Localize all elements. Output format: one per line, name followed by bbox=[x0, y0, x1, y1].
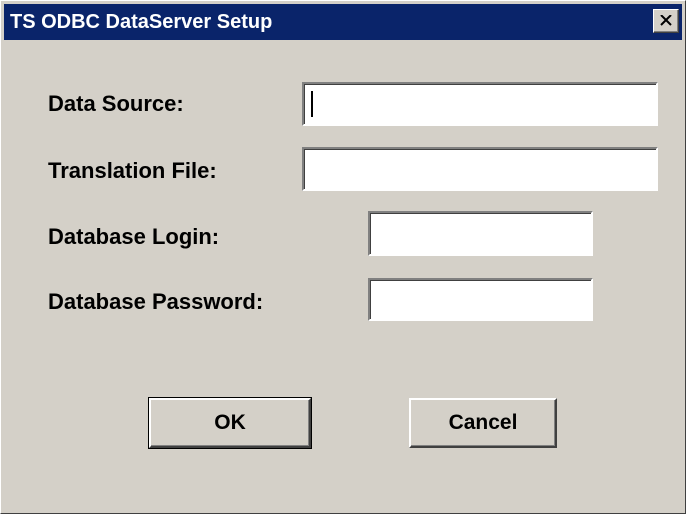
data-source-label: Data Source: bbox=[48, 91, 184, 116]
title-bar[interactable]: TS ODBC DataServer Setup bbox=[4, 4, 682, 40]
translation-file-input[interactable] bbox=[302, 147, 658, 191]
close-icon bbox=[660, 15, 672, 26]
database-password-label: Database Password: bbox=[48, 289, 264, 314]
ok-button[interactable]: OK bbox=[148, 397, 312, 449]
close-button[interactable] bbox=[653, 9, 679, 33]
database-login-input[interactable] bbox=[368, 211, 593, 256]
setup-dialog: TS ODBC DataServer Setup Data Source: Tr… bbox=[0, 0, 686, 514]
window-title: TS ODBC DataServer Setup bbox=[10, 11, 273, 33]
data-source-input[interactable] bbox=[302, 82, 658, 126]
cancel-button[interactable]: Cancel bbox=[409, 398, 557, 448]
translation-file-label: Translation File: bbox=[48, 158, 217, 183]
text-caret bbox=[311, 91, 313, 117]
database-login-label: Database Login: bbox=[48, 224, 220, 249]
database-password-input[interactable] bbox=[368, 278, 593, 321]
